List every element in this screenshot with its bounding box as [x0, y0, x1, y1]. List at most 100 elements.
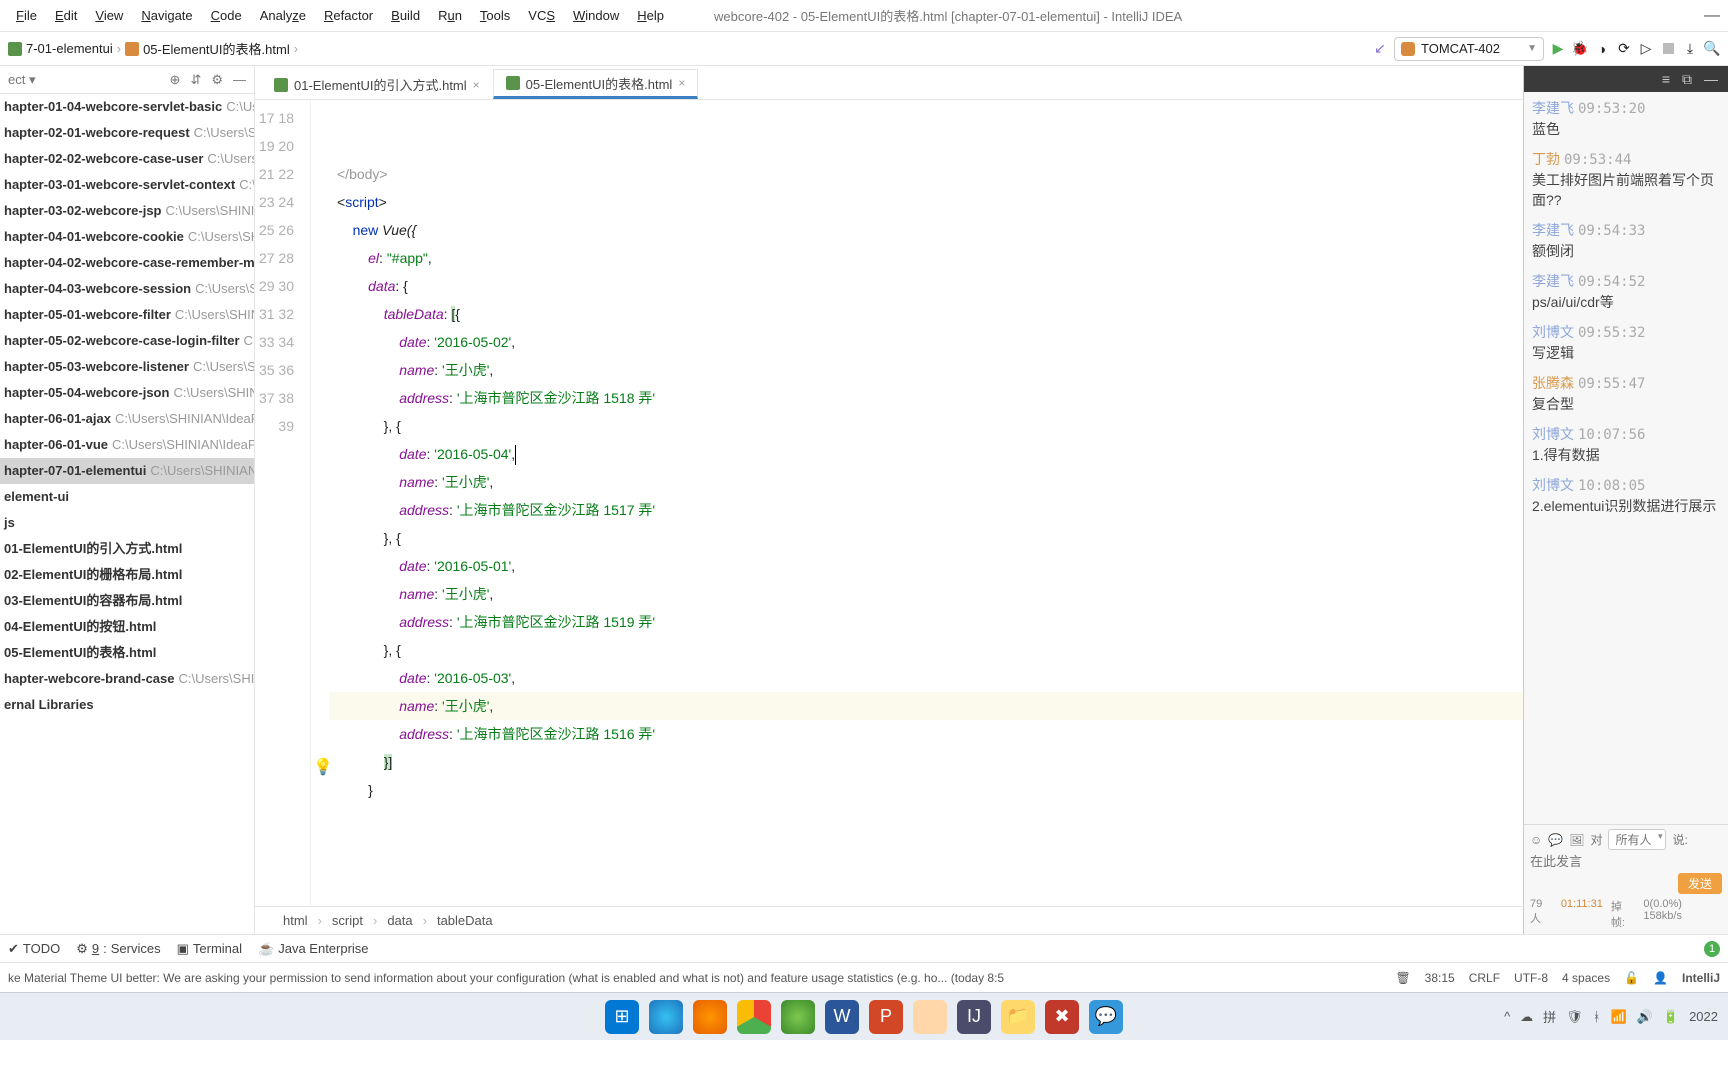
network-icon[interactable]: 📶	[1611, 1009, 1627, 1025]
tree-item[interactable]: 03-ElementUI的容器布局.html	[0, 588, 254, 614]
attach-icon[interactable]: ▷	[1638, 41, 1654, 57]
minimize-icon[interactable]: —	[1704, 7, 1720, 25]
line-gutter[interactable]: 17 18 19 20 21 22 23 24 25 26 27 28 29 3…	[255, 100, 311, 906]
tree-item[interactable]: 05-ElementUI的表格.html	[0, 640, 254, 666]
tree-item[interactable]: 02-ElementUI的栅格布局.html	[0, 562, 254, 588]
menu-run[interactable]: Run	[430, 6, 470, 25]
java-ee-tool[interactable]: ☕ Java Enterprise	[258, 941, 369, 957]
coverage-icon[interactable]: ◑	[1594, 41, 1610, 57]
menu-code[interactable]: Code	[203, 6, 250, 25]
chat-messages[interactable]: 李建飞09:53:20蓝色丁勃09:53:44美工排好图片前端照着写个页面??李…	[1524, 92, 1728, 824]
onedrive-icon[interactable]: ☁	[1520, 1009, 1533, 1025]
gc-icon[interactable]: 🗑	[1395, 971, 1410, 985]
messaging-icon[interactable]: 💬	[1089, 1000, 1123, 1034]
services-tool[interactable]: ⚙ 9: Services	[76, 941, 160, 957]
tree-item[interactable]: element-ui	[0, 484, 254, 510]
event-badge[interactable]: 1	[1704, 941, 1720, 957]
collapse-icon[interactable]: ⇵	[190, 72, 201, 88]
tree-item[interactable]: hapter-07-01-elementuiC:\Users\SHINIAN\I	[0, 458, 254, 484]
tree-item[interactable]: 04-ElementUI的按钮.html	[0, 614, 254, 640]
menu-refactor[interactable]: Refactor	[316, 6, 381, 25]
structure-breadcrumbs[interactable]: html› script› data› tableData	[255, 906, 1523, 934]
file-encoding[interactable]: UTF-8	[1514, 971, 1548, 985]
terminal-tool[interactable]: ▣ Terminal	[177, 941, 242, 957]
breadcrumb-folder[interactable]: 7-01-elementui	[26, 41, 113, 56]
code-editor[interactable]: </body> <script> new Vue({ el: "#app", d…	[329, 100, 1523, 906]
menu-vcs[interactable]: VCS	[520, 6, 563, 25]
tree-item[interactable]: hapter-05-04-webcore-jsonC:\Users\SHINIA	[0, 380, 254, 406]
close-icon[interactable]: ×	[473, 78, 480, 92]
globe-icon[interactable]	[781, 1000, 815, 1034]
chat-icon[interactable]: 💬	[1548, 833, 1563, 847]
menu-view[interactable]: View	[87, 6, 131, 25]
tree-item[interactable]: hapter-06-01-vueC:\Users\SHINIAN\IdeaPro	[0, 432, 254, 458]
tab-file-1[interactable]: 01-ElementUI的引入方式.html ×	[261, 69, 493, 99]
project-tree[interactable]: hapter-01-04-webcore-servlet-basicC:\Use…	[0, 94, 254, 934]
list-icon[interactable]: ≡	[1662, 71, 1670, 87]
word-icon[interactable]: W	[825, 1000, 859, 1034]
edge-icon[interactable]	[649, 1000, 683, 1034]
gear-icon[interactable]: ⚙	[211, 72, 223, 88]
menu-analyze[interactable]: Analyze	[252, 6, 314, 25]
tree-item[interactable]: hapter-04-03-webcore-sessionC:\Users\SHI	[0, 276, 254, 302]
explorer-icon[interactable]: 📁	[1001, 1000, 1035, 1034]
back-icon[interactable]: ↙	[1372, 41, 1388, 57]
emoji-icon[interactable]: ☺	[1530, 833, 1542, 847]
tree-item[interactable]: hapter-03-02-webcore-jspC:\Users\SHINIAN	[0, 198, 254, 224]
bulb-icon[interactable]: 💡	[313, 754, 333, 782]
tree-item[interactable]: hapter-05-03-webcore-listenerC:\Users\SH	[0, 354, 254, 380]
close-icon[interactable]: ×	[678, 76, 685, 90]
fold-gutter[interactable]	[311, 100, 329, 906]
battery-icon[interactable]: 🔋	[1663, 1009, 1679, 1025]
minimize-icon[interactable]: —	[1704, 71, 1718, 87]
menu-build[interactable]: Build	[383, 6, 428, 25]
tree-item[interactable]: 01-ElementUI的引入方式.html	[0, 536, 254, 562]
run-icon[interactable]: ▶	[1550, 41, 1566, 57]
menu-window[interactable]: Window	[565, 6, 627, 25]
project-dropdown[interactable]: ect ▾	[8, 72, 35, 88]
app2-icon[interactable]: ✖	[1045, 1000, 1079, 1034]
run-config-dropdown[interactable]: TOMCAT-402 ▼	[1394, 37, 1544, 61]
tree-item[interactable]: hapter-02-01-webcore-requestC:\Users\SH	[0, 120, 254, 146]
caret-position[interactable]: 38:15	[1425, 971, 1455, 985]
inspection-icon[interactable]: 👤	[1653, 971, 1668, 985]
image-icon[interactable]: 🖼	[1569, 833, 1584, 847]
menu-help[interactable]: Help	[629, 6, 672, 25]
volume-icon[interactable]: 🔊	[1637, 1009, 1653, 1025]
tree-item[interactable]: ernal Libraries	[0, 692, 254, 718]
tree-item[interactable]: hapter-01-04-webcore-servlet-basicC:\Use	[0, 94, 254, 120]
tree-item[interactable]: hapter-03-01-webcore-servlet-contextC:\U	[0, 172, 254, 198]
todo-tool[interactable]: ✔ TODO	[8, 941, 60, 957]
tree-item[interactable]: hapter-04-02-webcore-case-remember-me	[0, 250, 254, 276]
menu-tools[interactable]: Tools	[472, 6, 518, 25]
firefox-icon[interactable]	[693, 1000, 727, 1034]
tree-item[interactable]: js	[0, 510, 254, 536]
update-icon[interactable]: ⤓	[1682, 41, 1698, 57]
menu-file[interactable]: File	[8, 6, 45, 25]
input-icon[interactable]: 拼	[1543, 1007, 1556, 1026]
tree-item[interactable]: hapter-05-02-webcore-case-login-filterC:…	[0, 328, 254, 354]
app-icon[interactable]	[913, 1000, 947, 1034]
clock[interactable]: 2022	[1689, 1009, 1718, 1024]
debug-icon[interactable]: 🐞	[1572, 41, 1588, 57]
search-icon[interactable]: 🔍	[1704, 41, 1720, 57]
stop-icon[interactable]	[1660, 41, 1676, 57]
chat-input[interactable]	[1530, 850, 1722, 873]
menu-navigate[interactable]: Navigate	[133, 6, 200, 25]
start-button[interactable]: ⊞	[605, 1000, 639, 1034]
tray-chevron-icon[interactable]: ^	[1504, 1009, 1510, 1024]
menu-edit[interactable]: Edit	[47, 6, 85, 25]
bluetooth-icon[interactable]: ᚼ	[1593, 1009, 1601, 1024]
defender-icon[interactable]: 🛡	[1566, 1009, 1583, 1025]
line-separator[interactable]: CRLF	[1469, 971, 1500, 985]
chat-target-dropdown[interactable]: 所有人	[1608, 829, 1666, 850]
tree-item[interactable]: hapter-02-02-webcore-case-userC:\Users\S	[0, 146, 254, 172]
tree-item[interactable]: hapter-05-01-webcore-filterC:\Users\SHIN	[0, 302, 254, 328]
locate-icon[interactable]: ⊕	[170, 72, 181, 88]
readonly-icon[interactable]: 🔓	[1624, 971, 1639, 985]
send-button[interactable]: 发送	[1678, 873, 1722, 894]
powerpoint-icon[interactable]: P	[869, 1000, 903, 1034]
indent-config[interactable]: 4 spaces	[1562, 971, 1610, 985]
tree-item[interactable]: hapter-webcore-brand-caseC:\Users\SHINIA	[0, 666, 254, 692]
tab-file-2[interactable]: 05-ElementUI的表格.html ×	[493, 69, 699, 99]
